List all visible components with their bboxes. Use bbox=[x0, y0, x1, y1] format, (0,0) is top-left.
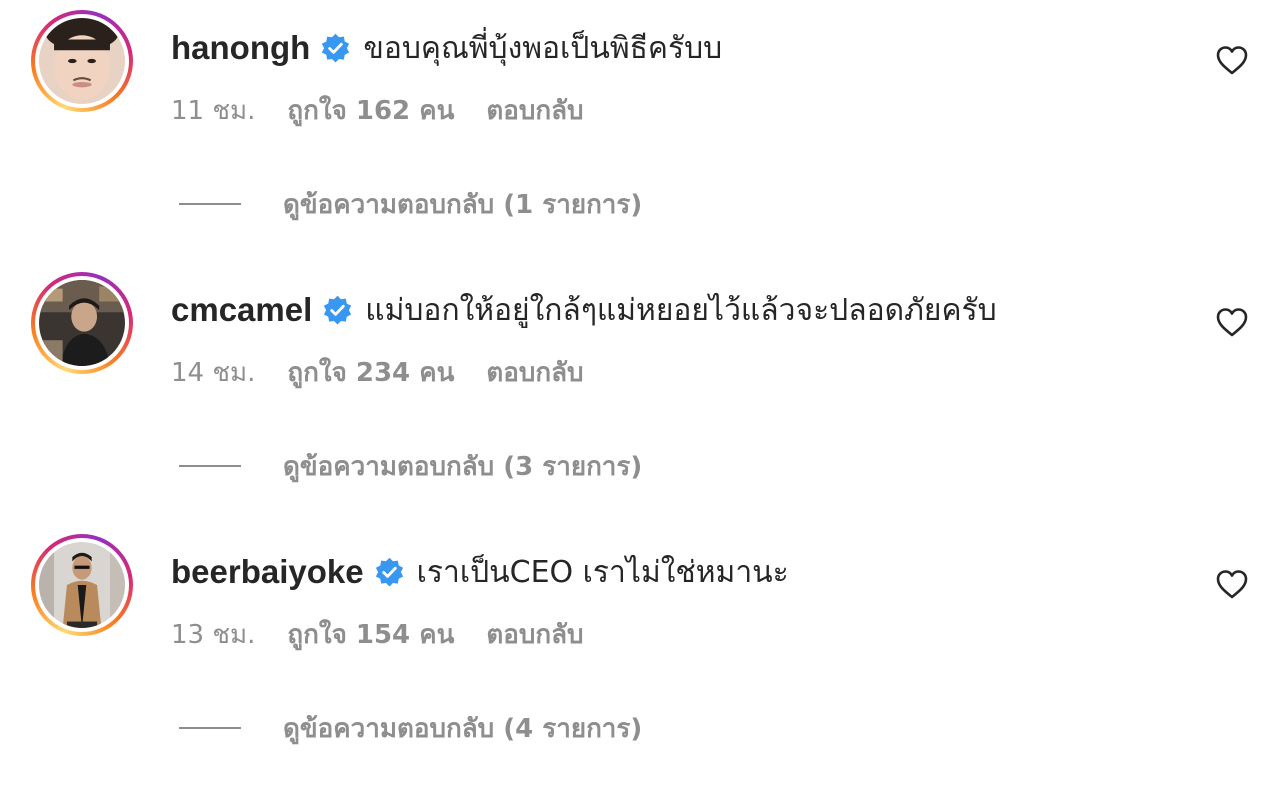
comment-item: hanongh ขอบคุณพี่บุ้งพอเป็นพิธีครับบ 11 … bbox=[0, 0, 1280, 262]
comment-item: beerbaiyoke เราเป็นCEO เราไม่ใช่หมานะ 13… bbox=[0, 524, 1280, 786]
view-replies-label: ดูข้อความตอบกลับ (3 รายการ) bbox=[283, 451, 643, 482]
view-replies-button[interactable]: ดูข้อความตอบกลับ (3 รายการ) bbox=[179, 446, 642, 486]
likes-count[interactable]: ถูกใจ 154 คน bbox=[287, 614, 454, 655]
verified-badge-icon bbox=[374, 557, 405, 588]
heart-outline-icon[interactable] bbox=[1215, 306, 1249, 338]
avatar-photo bbox=[39, 542, 125, 628]
reply-button[interactable]: ตอบกลับ bbox=[486, 614, 583, 655]
likes-count[interactable]: ถูกใจ 234 คน bbox=[287, 352, 454, 393]
view-replies-button[interactable]: ดูข้อความตอบกลับ (1 รายการ) bbox=[179, 184, 642, 224]
divider-line bbox=[179, 203, 241, 205]
verified-badge-icon bbox=[320, 33, 351, 64]
avatar-photo bbox=[39, 280, 125, 366]
comment-time[interactable]: 11 ชม. bbox=[171, 90, 255, 131]
comment-text: เราเป็นCEO เราไม่ใช่หมานะ bbox=[416, 554, 789, 590]
divider-line bbox=[179, 727, 241, 729]
reply-button[interactable]: ตอบกลับ bbox=[486, 352, 583, 393]
comment-item: cmcamel แม่บอกให้อยู่ใกล้ๆแม่หยอยไว้แล้ว… bbox=[0, 262, 1280, 524]
comment-time[interactable]: 13 ชม. bbox=[171, 614, 255, 655]
view-replies-label: ดูข้อความตอบกลับ (4 รายการ) bbox=[283, 713, 643, 744]
avatar[interactable] bbox=[31, 534, 133, 636]
comment-time[interactable]: 14 ชม. bbox=[171, 352, 255, 393]
comment-meta: 13 ชม. ถูกใจ 154 คน ตอบกลับ bbox=[171, 614, 584, 654]
verified-badge-icon bbox=[322, 295, 353, 326]
comment-text: ขอบคุณพี่บุ้งพอเป็นพิธีครับบ bbox=[363, 30, 723, 66]
heart-outline-icon[interactable] bbox=[1215, 44, 1249, 76]
comment-text: แม่บอกให้อยู่ใกล้ๆแม่หยอยไว้แล้วจะปลอดภั… bbox=[365, 292, 997, 328]
username[interactable]: beerbaiyoke bbox=[171, 553, 364, 591]
avatar[interactable] bbox=[31, 272, 133, 374]
reply-button[interactable]: ตอบกลับ bbox=[486, 90, 583, 131]
comment-meta: 14 ชม. ถูกใจ 234 คน ตอบกลับ bbox=[171, 352, 584, 392]
divider-line bbox=[179, 465, 241, 467]
username[interactable]: hanongh bbox=[171, 29, 310, 67]
avatar-photo bbox=[39, 18, 125, 104]
username[interactable]: cmcamel bbox=[171, 291, 312, 329]
likes-count[interactable]: ถูกใจ 162 คน bbox=[287, 90, 454, 131]
view-replies-button[interactable]: ดูข้อความตอบกลับ (4 รายการ) bbox=[179, 708, 642, 748]
comment-meta: 11 ชม. ถูกใจ 162 คน ตอบกลับ bbox=[171, 90, 584, 130]
avatar[interactable] bbox=[31, 10, 133, 112]
view-replies-label: ดูข้อความตอบกลับ (1 รายการ) bbox=[283, 189, 643, 220]
heart-outline-icon[interactable] bbox=[1215, 568, 1249, 600]
